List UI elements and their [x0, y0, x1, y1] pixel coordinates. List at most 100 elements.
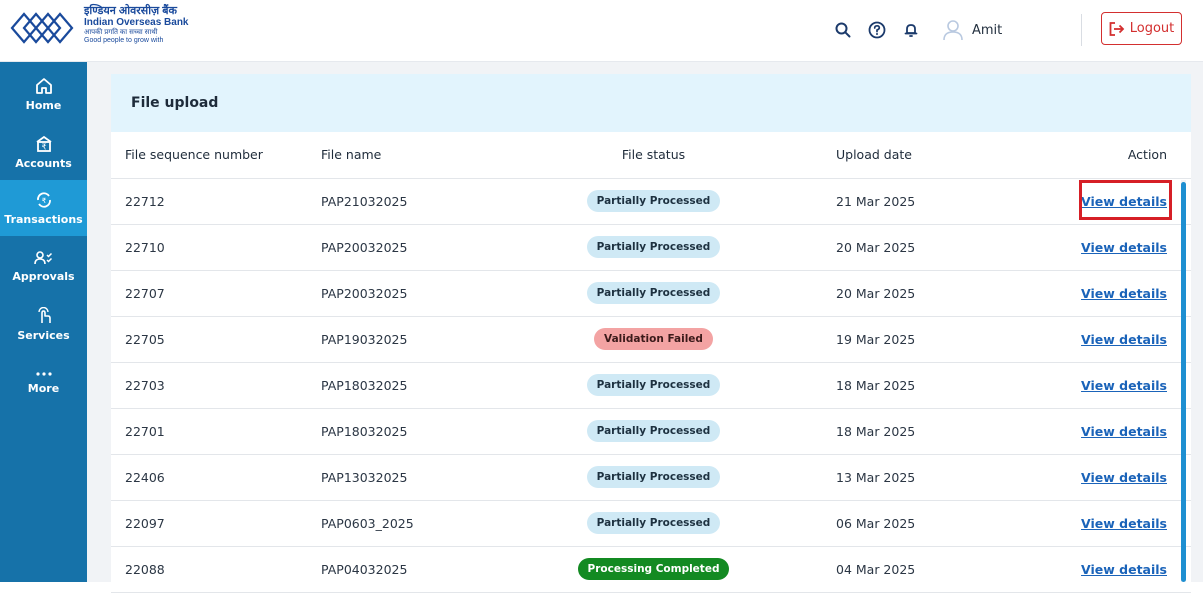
table-row: 22701 PAP18032025 Partially Processed 18…: [111, 408, 1191, 455]
file-status-cell: Partially Processed: [531, 178, 776, 225]
action-cell: View details: [991, 316, 1191, 363]
file-sequence-number: 22701: [111, 408, 321, 455]
table-row: 22088 PAP04032025 Processing Completed 0…: [111, 546, 1191, 593]
main-content: File upload File sequence number File na…: [87, 62, 1203, 594]
sidebar-item-home[interactable]: Home: [0, 66, 87, 122]
sidebar-item-transactions[interactable]: ₹ Transactions: [0, 180, 87, 236]
view-details-link[interactable]: View details: [1081, 378, 1167, 393]
column-header-status[interactable]: File status: [531, 132, 776, 179]
upload-date: 18 Mar 2025: [776, 408, 991, 455]
file-sequence-number: 22088: [111, 546, 321, 593]
status-badge: Partially Processed: [586, 374, 721, 396]
view-details-link[interactable]: View details: [1081, 470, 1167, 485]
svg-text:₹: ₹: [41, 197, 46, 205]
file-upload-panel: File upload File sequence number File na…: [111, 74, 1191, 594]
status-badge: Partially Processed: [586, 420, 721, 442]
table-header-row: File sequence number File name File stat…: [111, 132, 1191, 179]
column-header-action: Action: [991, 132, 1191, 179]
file-upload-table: File sequence number File name File stat…: [111, 132, 1191, 593]
file-sequence-number: 22406: [111, 454, 321, 501]
file-sequence-number: 22703: [111, 362, 321, 409]
action-cell: View details: [991, 270, 1191, 317]
upload-date: 18 Mar 2025: [776, 362, 991, 409]
action-cell: View details: [991, 362, 1191, 409]
logout-button[interactable]: Logout: [1101, 12, 1182, 45]
status-badge: Partially Processed: [586, 466, 721, 488]
view-details-link[interactable]: View details: [1081, 194, 1167, 209]
status-badge: Partially Processed: [586, 190, 721, 212]
action-cell: View details: [991, 546, 1191, 593]
file-name: PAP18032025: [321, 362, 531, 409]
sidebar-item-label: Home: [25, 98, 62, 112]
scrollbar-thumb[interactable]: [1181, 182, 1186, 582]
file-status-cell: Processing Completed: [531, 546, 776, 593]
column-header-file-name[interactable]: File name: [321, 132, 531, 179]
file-name: PAP21032025: [321, 178, 531, 225]
bank-logo-icon: [10, 12, 74, 44]
table-row: 22097 PAP0603_2025 Partially Processed 0…: [111, 500, 1191, 547]
sidebar-item-accounts[interactable]: ₹ Accounts: [0, 124, 87, 180]
transactions-icon: ₹: [36, 191, 51, 208]
user-avatar-icon[interactable]: [940, 17, 966, 43]
logo-english-text: Indian Overseas Bank: [84, 17, 189, 28]
header-divider: [1081, 14, 1082, 46]
sidebar-item-label: Transactions: [4, 212, 83, 226]
column-header-date[interactable]: Upload date: [776, 132, 991, 179]
table-row: 22705 PAP19032025 Validation Failed 19 M…: [111, 316, 1191, 363]
sidebar-item-approvals[interactable]: Approvals: [0, 238, 87, 294]
file-name: PAP19032025: [321, 316, 531, 363]
file-sequence-number: 22097: [111, 500, 321, 547]
upload-date: 20 Mar 2025: [776, 270, 991, 317]
file-status-cell: Partially Processed: [531, 500, 776, 547]
logo-tagline-hindi: आपकी प्रगति का सच्चा साथी: [84, 29, 158, 36]
file-sequence-number: 22712: [111, 178, 321, 225]
bell-icon[interactable]: [898, 17, 924, 43]
file-status-cell: Partially Processed: [531, 454, 776, 501]
logout-label: Logout: [1129, 21, 1175, 36]
logo-text: इण्डियन ओवरसीज़ बैंक Indian Overseas Ban…: [84, 6, 189, 45]
file-status-cell: Partially Processed: [531, 270, 776, 317]
logout-icon: [1109, 21, 1125, 36]
upload-date: 06 Mar 2025: [776, 500, 991, 547]
sidebar-nav: Home ₹ Accounts ₹ Transactions Approvals…: [0, 62, 95, 582]
services-icon: [37, 306, 51, 323]
upload-date: 19 Mar 2025: [776, 316, 991, 363]
table-row: 22712 PAP21032025 Partially Processed 21…: [111, 178, 1191, 225]
action-cell: View details: [991, 408, 1191, 455]
action-cell: View details: [991, 500, 1191, 547]
file-status-cell: Partially Processed: [531, 362, 776, 409]
status-badge: Partially Processed: [586, 282, 721, 304]
top-header: इण्डियन ओवरसीज़ बैंक Indian Overseas Ban…: [0, 0, 1203, 62]
home-icon: [35, 77, 52, 94]
more-icon: [35, 371, 52, 376]
upload-date: 21 Mar 2025: [776, 178, 991, 225]
view-details-link[interactable]: View details: [1081, 332, 1167, 347]
view-details-link[interactable]: View details: [1081, 516, 1167, 531]
sidebar-item-label: More: [27, 381, 60, 395]
file-name: PAP20032025: [321, 224, 531, 271]
header-actions: Amit: [830, 17, 1002, 43]
panel-title-bar: File upload: [111, 74, 1191, 132]
file-status-cell: Partially Processed: [531, 224, 776, 271]
file-name: PAP04032025: [321, 546, 531, 593]
search-icon[interactable]: [830, 17, 856, 43]
view-details-link[interactable]: View details: [1081, 286, 1167, 301]
file-name: PAP20032025: [321, 270, 531, 317]
help-icon[interactable]: [864, 17, 890, 43]
sidebar-item-more[interactable]: More: [0, 354, 87, 410]
file-name: PAP0603_2025: [321, 500, 531, 547]
table-row: 22710 PAP20032025 Partially Processed 20…: [111, 224, 1191, 271]
view-details-link[interactable]: View details: [1081, 562, 1167, 577]
table-row: 22707 PAP20032025 Partially Processed 20…: [111, 270, 1191, 317]
action-cell: View details: [991, 224, 1191, 271]
file-name: PAP18032025: [321, 408, 531, 455]
bank-logo[interactable]: इण्डियन ओवरसीज़ बैंक Indian Overseas Ban…: [4, 4, 189, 52]
sidebar-item-label: Services: [17, 328, 70, 342]
sidebar-item-services[interactable]: Services: [0, 296, 87, 352]
file-status-cell: Validation Failed: [531, 316, 776, 363]
column-header-sequence[interactable]: File sequence number: [111, 132, 321, 179]
view-details-link[interactable]: View details: [1081, 240, 1167, 255]
view-details-link[interactable]: View details: [1081, 424, 1167, 439]
svg-text:₹: ₹: [41, 142, 46, 151]
user-name[interactable]: Amit: [972, 23, 1002, 38]
